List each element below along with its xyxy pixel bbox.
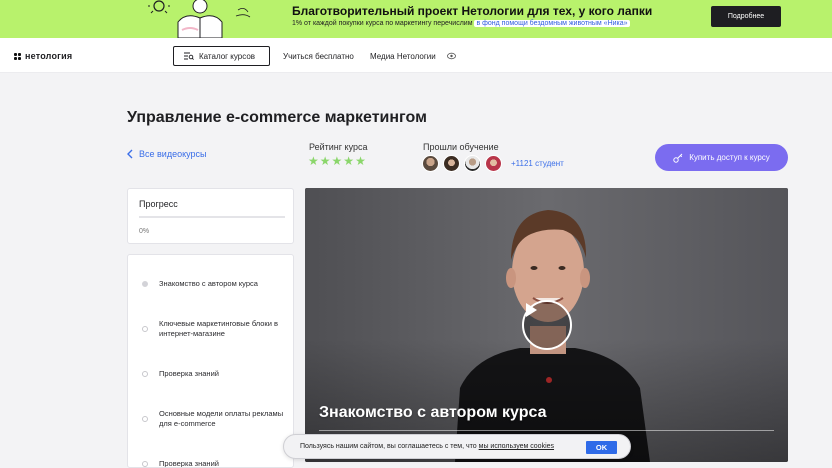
lesson-title: Ключевые маркетинговые блоки в интернет-… xyxy=(159,319,278,338)
page-title: Управление e-commerce маркетингом xyxy=(127,109,427,126)
promo-subtitle-text: 1% от каждой покупки курса по маркетингу… xyxy=(292,20,473,27)
progress-value: 0% xyxy=(139,228,150,235)
avatar xyxy=(485,155,502,172)
star-icon: ★ xyxy=(308,154,319,168)
star-icon: ★ xyxy=(355,154,366,168)
video-player[interactable]: Знакомство с автором курса xyxy=(305,188,788,462)
star-icon: ★ xyxy=(331,154,343,168)
promo-details-button[interactable]: Подробнее xyxy=(711,6,781,27)
buy-access-button[interactable]: Купить доступ к курсу xyxy=(655,144,788,171)
logo[interactable]: нетология xyxy=(14,51,72,61)
avatar xyxy=(464,155,481,172)
students-count-link[interactable]: +1121 студент xyxy=(511,159,564,168)
studied-label: Прошли обучение xyxy=(423,142,499,152)
logo-text: нетология xyxy=(25,51,73,61)
promo-title: Благотворительный проект Нетологии для т… xyxy=(292,4,653,18)
logo-icon xyxy=(14,52,21,60)
lesson-status-dot xyxy=(142,461,148,467)
star-icon: ★ xyxy=(319,154,331,168)
key-icon xyxy=(673,153,683,163)
lesson-title: Знакомство с автором курса xyxy=(159,279,258,288)
menu-search-icon xyxy=(184,52,194,60)
student-avatars xyxy=(422,155,502,172)
lesson-title: Проверка знаний xyxy=(159,369,219,378)
avatar xyxy=(422,155,439,172)
site-header: нетология Каталог курсов Учиться бесплат… xyxy=(0,38,832,73)
promo-subtitle: 1% от каждой покупки курса по маркетингу… xyxy=(292,20,630,27)
lesson-title: Проверка знаний xyxy=(159,459,219,468)
lesson-title: Основные модели оплаты рекламы для e-com… xyxy=(159,409,284,428)
cookie-text: Пользуясь нашим сайтом, вы соглашаетесь … xyxy=(300,443,554,450)
rating-stars: ★ ★ ★ ★ ★ xyxy=(308,155,366,167)
catalog-label: Каталог курсов xyxy=(199,51,256,61)
back-to-videocourses-link[interactable]: Все видеокурсы xyxy=(127,149,207,159)
promo-fund-link[interactable]: в фонд помощи бездомным животным «Ника» xyxy=(474,20,630,27)
rating-label: Рейтинг курса xyxy=(309,142,368,152)
progress-card: Прогресс 0% xyxy=(127,188,294,244)
back-label: Все видеокурсы xyxy=(139,149,207,159)
promo-illustration xyxy=(148,0,251,38)
progress-bar xyxy=(139,216,285,218)
avatar xyxy=(443,155,460,172)
catalog-button[interactable]: Каталог курсов xyxy=(173,46,270,66)
star-icon: ★ xyxy=(343,154,355,168)
chevron-left-icon xyxy=(127,149,133,159)
nav-media[interactable]: Медиа Нетологии xyxy=(370,52,436,61)
promo-banner[interactable]: Благотворительный проект Нетологии для т… xyxy=(0,0,832,38)
video-divider xyxy=(319,430,774,431)
lesson-status-dot xyxy=(142,326,148,332)
lessons-list: Знакомство с автором курса Ключевые марк… xyxy=(127,254,294,468)
buy-access-label: Купить доступ к курсу xyxy=(689,153,770,162)
cookie-banner: Пользуясь нашим сайтом, вы соглашаетесь … xyxy=(283,434,631,459)
eye-icon xyxy=(447,52,456,60)
cookie-policy-link[interactable]: мы используем cookies xyxy=(479,443,554,450)
progress-title: Прогресс xyxy=(139,199,178,209)
play-button[interactable] xyxy=(522,300,572,350)
lesson-status-dot xyxy=(142,416,148,422)
video-title: Знакомство с автором курса xyxy=(319,404,547,421)
play-icon xyxy=(526,303,537,317)
nav-free-learning[interactable]: Учиться бесплатно xyxy=(283,52,354,61)
lesson-status-dot xyxy=(142,281,148,287)
cookie-ok-button[interactable]: OK xyxy=(586,441,617,454)
lesson-status-dot xyxy=(142,371,148,377)
cookie-message: Пользуясь нашим сайтом, вы соглашаетесь … xyxy=(300,443,477,450)
